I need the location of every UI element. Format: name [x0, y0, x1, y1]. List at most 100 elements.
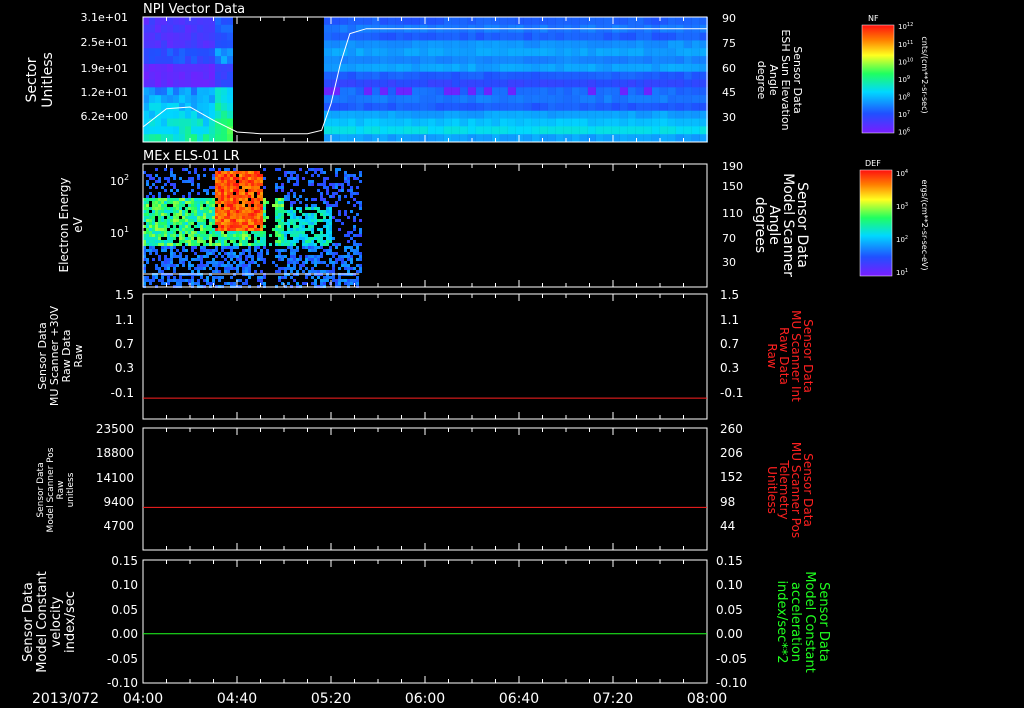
- heatmap-cell: [206, 189, 209, 192]
- heatmap-cell: [323, 210, 326, 213]
- heatmap-cell: [221, 192, 224, 195]
- heatmap-cell: [218, 198, 221, 201]
- heatmap-cell: [170, 279, 173, 282]
- heatmap-cell: [185, 240, 188, 243]
- heatmap-cell: [152, 207, 155, 210]
- heatmap-cell: [571, 87, 580, 96]
- heatmap-cell: [311, 255, 314, 258]
- heatmap-cell: [326, 204, 329, 207]
- heatmap-cell: [691, 126, 700, 135]
- heatmap-cell: [611, 56, 620, 65]
- heatmap-cell: [227, 48, 233, 57]
- heatmap-cell: [242, 180, 245, 183]
- heatmap-cell: [563, 71, 572, 80]
- heatmap-cell: [323, 56, 332, 65]
- heatmap-cell: [443, 17, 452, 26]
- heatmap-cell: [155, 231, 158, 234]
- heatmap-cell: [263, 186, 266, 189]
- heatmap-cell: [212, 222, 215, 225]
- heatmap-cell: [236, 258, 239, 261]
- heatmap-cell: [579, 40, 588, 49]
- heatmap-cell: [203, 246, 206, 249]
- heatmap-cell: [335, 219, 338, 222]
- heatmap-cell: [387, 56, 396, 65]
- heatmap-cell: [539, 48, 548, 57]
- heatmap-cell: [515, 32, 524, 41]
- heatmap-cell: [218, 279, 221, 282]
- heatmap-cell: [167, 180, 170, 183]
- heatmap-cell: [245, 255, 248, 258]
- ytick-label: 98: [720, 495, 735, 509]
- heatmap-cell: [491, 126, 500, 135]
- heatmap-cell: [403, 40, 412, 49]
- heatmap-cell: [191, 48, 197, 57]
- heatmap-cell: [146, 225, 149, 228]
- heatmap-cell: [239, 207, 242, 210]
- heatmap-cell: [651, 17, 660, 26]
- heatmap-cell: [363, 102, 372, 112]
- heatmap-cell: [419, 134, 428, 143]
- heatmap-cell: [167, 126, 173, 135]
- heatmap-cell: [323, 95, 332, 104]
- heatmap-cell: [227, 261, 230, 264]
- heatmap-cell: [185, 198, 188, 201]
- heatmap-cell: [179, 225, 182, 228]
- heatmap-cell: [332, 237, 335, 240]
- heatmap-cell: [299, 231, 302, 234]
- right-yticks: 90 75 60 45 30: [722, 12, 736, 124]
- heatmap-cell: [239, 225, 242, 228]
- heatmap-cell: [683, 118, 692, 127]
- heatmap-cell: [263, 216, 266, 219]
- heatmap-cell: [245, 243, 248, 246]
- heatmap-cell: [236, 195, 239, 198]
- ytick-label: 70: [722, 232, 736, 245]
- heatmap-cell: [329, 204, 332, 207]
- heatmap-cell: [305, 207, 308, 210]
- heatmap-cell: [173, 276, 176, 279]
- heatmap-cell: [379, 95, 388, 104]
- heatmap-cell: [296, 231, 299, 234]
- heatmap-cell: [194, 282, 197, 285]
- left-ylabel: Sensor Data Model Scanner Pos Raw unitle…: [36, 447, 76, 532]
- heatmap-cell: [275, 234, 278, 237]
- heatmap-cell: [296, 249, 299, 252]
- heatmap-cell: [161, 79, 167, 88]
- heatmap-cell: [233, 267, 236, 270]
- heatmap-cell: [579, 48, 588, 57]
- heatmap-cell: [155, 240, 158, 243]
- heatmap-cell: [475, 40, 484, 49]
- heatmap-cell: [395, 95, 404, 104]
- heatmap-cell: [635, 48, 644, 57]
- heatmap-cell: [299, 264, 302, 267]
- heatmap-cell: [539, 71, 548, 80]
- heatmap-cell: [176, 219, 179, 222]
- heatmap-cell: [611, 32, 620, 41]
- heatmap-cell: [227, 225, 230, 228]
- heatmap-cell: [635, 118, 644, 127]
- heatmap-cell: [200, 198, 203, 201]
- heatmap-cell: [203, 56, 209, 65]
- heatmap-cell: [350, 279, 353, 282]
- heatmap-cell: [281, 237, 284, 240]
- heatmap-cell: [179, 24, 185, 34]
- heatmap-cell: [221, 32, 227, 41]
- heatmap-cell: [221, 249, 224, 252]
- heatmap-cell: [203, 219, 206, 222]
- heatmap-cell: [403, 134, 412, 143]
- heatmap-cell: [209, 79, 215, 88]
- heatmap-cell: [203, 40, 209, 49]
- heatmap-cell: [236, 243, 239, 246]
- heatmap-cell: [167, 216, 170, 219]
- heatmap-cell: [209, 24, 215, 34]
- heatmap-cell: [149, 279, 152, 282]
- heatmap-cell: [224, 219, 227, 222]
- heatmap-cell: [179, 118, 185, 127]
- heatmap-cell: [603, 102, 612, 112]
- heatmap-cell: [475, 118, 484, 127]
- heatmap-cell: [227, 71, 233, 80]
- heatmap-cell: [236, 198, 239, 201]
- heatmap-cell: [248, 186, 251, 189]
- colorbar-title: DEF: [865, 159, 881, 168]
- heatmap-cell: [221, 48, 227, 57]
- heatmap-cell: [152, 228, 155, 231]
